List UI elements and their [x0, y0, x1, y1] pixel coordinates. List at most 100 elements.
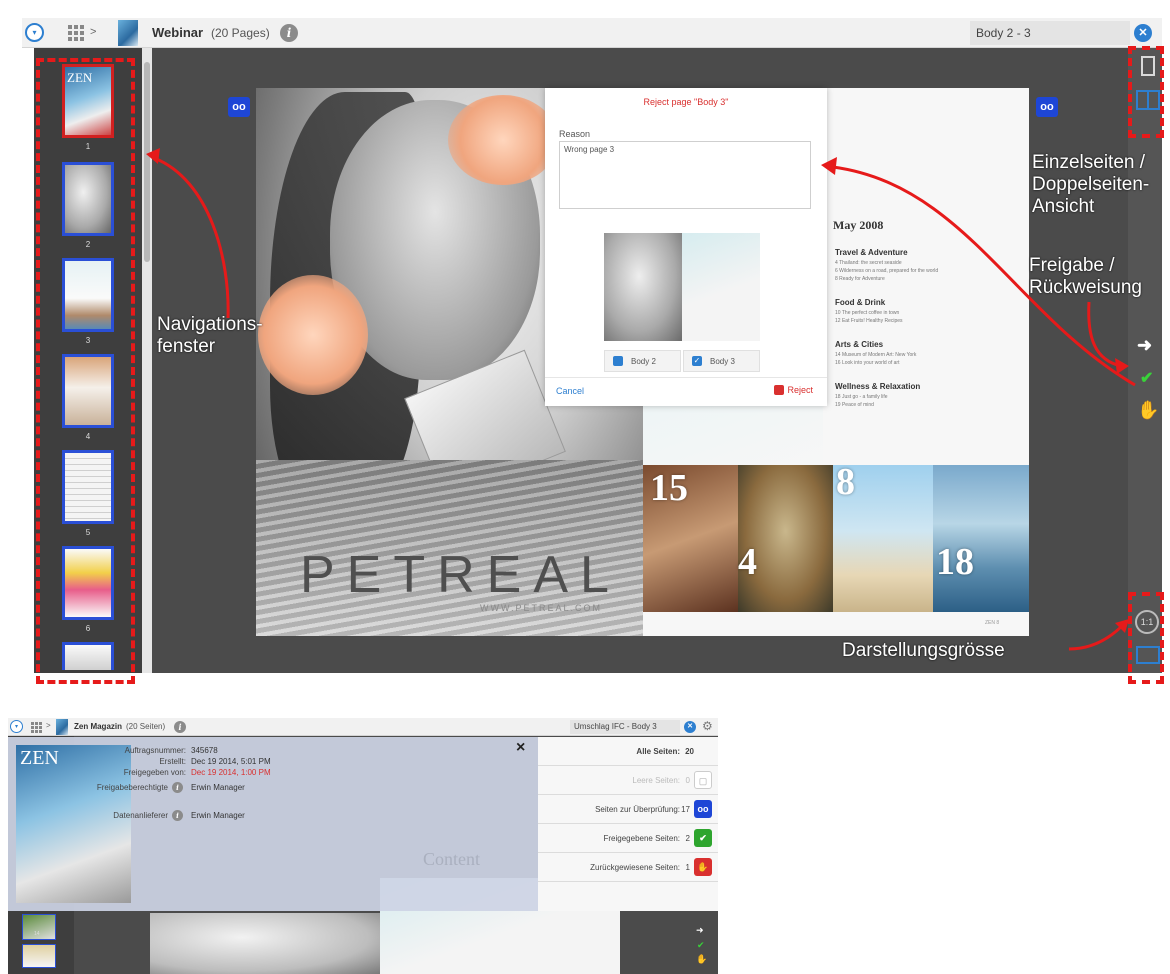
info-icon[interactable]: i	[174, 721, 186, 733]
fit-to-window-icon[interactable]	[1136, 646, 1160, 664]
stat-value: 20	[685, 747, 694, 756]
supplier-value: Erwin Manager	[191, 811, 245, 820]
photo-pool	[933, 465, 1029, 612]
approve-check-icon[interactable]: ✔	[697, 940, 705, 951]
grid-view-icon[interactable]	[30, 721, 42, 733]
page-search-field[interactable]: Body 2 - 3	[970, 21, 1130, 45]
content-heading-faded: Content	[423, 849, 480, 869]
info-icon[interactable]: i	[280, 24, 298, 42]
order-number-value: 345678	[191, 746, 218, 755]
stat-value: 0	[685, 776, 690, 785]
menu-toggle-icon[interactable]: ▾	[25, 23, 44, 42]
released-value: Dec 19 2014, 1:00 PM	[191, 768, 271, 777]
grid-view-icon[interactable]	[67, 24, 85, 42]
stat-value: 1	[685, 863, 690, 872]
created-label: Erstellt:	[159, 757, 186, 766]
stat-label: Alle Seiten:	[636, 747, 680, 756]
breadcrumb-separator: >	[90, 26, 97, 38]
annotation-view-mode: Einzelseiten / Doppelseiten- Ansicht	[1032, 152, 1150, 217]
annotation-navigation: Navigations- fenster	[157, 314, 263, 357]
reject-preview-left-page	[604, 233, 682, 341]
reject-preview-right-page	[682, 233, 760, 341]
annotation-approve-reject: Freigabe / Rückweisung	[1029, 255, 1142, 298]
dialog-divider	[545, 377, 827, 378]
supplier-info-icon[interactable]: i	[172, 810, 183, 821]
page-thumbnail[interactable]	[22, 944, 56, 968]
supplier-label: Datenanlieferer	[113, 811, 168, 820]
reject-thumb-down-icon[interactable]: ✋	[1137, 400, 1159, 422]
approver-info-icon[interactable]: i	[172, 782, 183, 793]
top-toolbar: ▾ > Webinar (20 Pages) i Body 2 - 3 ✕	[22, 18, 1162, 48]
review-glasses-icon-right[interactable]: oo	[1036, 97, 1058, 117]
annotation-arrow-zoom	[1068, 619, 1129, 651]
stat-value: 2	[685, 834, 690, 843]
reason-textarea[interactable]: Wrong page 3	[559, 141, 811, 209]
clear-search-icon[interactable]: ✕	[1134, 24, 1152, 42]
annotation-zoom: Darstellungsgrösse	[842, 640, 1005, 661]
stat-value: 17	[681, 805, 690, 814]
close-info-button[interactable]: ×	[516, 739, 525, 757]
spread-left-page[interactable]	[150, 913, 380, 974]
page-option-label: Body 3	[710, 356, 735, 366]
reject-thumb-down-icon[interactable]: ✋	[696, 954, 707, 965]
photo-page-number: 18	[936, 541, 974, 583]
reject-dialog-title: Reject page "Body 3"	[643, 97, 729, 107]
page-count: (20 Seiten)	[126, 722, 166, 731]
checkbox-body-2[interactable]	[613, 356, 623, 366]
single-page-view-icon[interactable]	[1141, 56, 1155, 76]
reject-button[interactable]: Reject	[774, 385, 813, 395]
document-thumbnail-icon[interactable]	[56, 719, 68, 735]
created-value: Dec 19 2014, 5:01 PM	[191, 757, 271, 766]
annotation-arrow-approve	[1087, 301, 1129, 374]
page-search-field[interactable]: Umschlag IFC - Body 3	[570, 720, 680, 734]
page-thumbnail-number: 14	[34, 931, 40, 937]
clear-search-icon[interactable]: ✕	[684, 721, 696, 733]
menu-toggle-icon[interactable]: ▾	[10, 720, 23, 733]
document-info-panel: ZEN Auftragsnummer: 345678 Erstellt: Dec…	[8, 737, 538, 911]
stat-rejected-pages[interactable]: Zurückgewiesene Seiten: 1 ✋	[538, 853, 718, 882]
page-option-body-2[interactable]: Body 2	[604, 350, 681, 372]
double-page-view-icon[interactable]	[1136, 90, 1160, 110]
approved-check-icon: ✔	[694, 829, 712, 847]
settings-gear-icon[interactable]: ⚙	[702, 719, 713, 733]
annotation-box-navigation	[36, 58, 135, 684]
bottom-screenshot: ▾ > Zen Magazin (20 Seiten) i Umschlag I…	[0, 718, 730, 974]
stat-review-pages[interactable]: Seiten zur Überprüfung: 17 oo	[538, 795, 718, 824]
approver-label: Freigabeberechtigte	[96, 783, 168, 792]
thumb-down-icon	[774, 385, 785, 395]
stat-all-pages: Alle Seiten: 20	[538, 737, 718, 766]
reason-label: Reason	[559, 129, 591, 139]
released-label: Freigegeben von:	[123, 768, 186, 777]
brand-url: WWW.PETREAL.COM	[480, 603, 602, 613]
review-glasses-icon-left[interactable]: oo	[228, 97, 250, 117]
brand-wordmark: PETREAL	[300, 546, 621, 604]
toc-line: 19 Peace of mind	[835, 402, 874, 408]
document-title: Zen Magazin	[74, 722, 123, 731]
bottom-toolbar: ▾ > Zen Magazin (20 Seiten) i Umschlag I…	[8, 718, 718, 736]
photo-page-number: 8	[836, 461, 855, 503]
photo-page-number: 15	[650, 467, 688, 509]
stat-approved-pages[interactable]: Freigegebene Seiten: 2 ✔	[538, 824, 718, 853]
zoom-label: 1:1	[1140, 617, 1154, 627]
stat-label: Zurückgewiesene Seiten:	[590, 863, 680, 872]
stat-label: Freigegebene Seiten:	[603, 834, 681, 843]
next-page-arrow-icon[interactable]: ➜	[696, 925, 704, 936]
stat-label: Leere Seiten:	[632, 776, 680, 785]
page-statistics-panel: Alle Seiten: 20 Leere Seiten: 0 ▢ Seiten…	[538, 737, 718, 911]
empty-page-icon: ▢	[694, 771, 712, 789]
order-number-label: Auftragsnummer:	[124, 746, 186, 755]
cancel-button[interactable]: Cancel	[556, 386, 584, 396]
photo-food-bowl	[738, 465, 833, 612]
page-search-value: Body 2 - 3	[976, 26, 1031, 40]
zoom-actual-size-icon[interactable]: 1:1	[1135, 610, 1159, 634]
document-thumbnail-icon[interactable]	[118, 20, 138, 46]
reject-button-label: Reject	[787, 385, 813, 395]
flower-decoration	[448, 95, 558, 185]
page-option-body-3[interactable]: ✓ Body 3	[683, 350, 760, 372]
checkbox-body-3[interactable]: ✓	[692, 356, 702, 366]
document-title: Webinar	[152, 25, 204, 40]
approver-value: Erwin Manager	[191, 783, 245, 792]
top-screenshot: ▾ > Webinar (20 Pages) i Body 2 - 3 ✕ ZE…	[0, 0, 1170, 685]
stat-empty-pages: Leere Seiten: 0 ▢	[538, 766, 718, 795]
stat-label: Seiten zur Überprüfung:	[595, 805, 680, 814]
